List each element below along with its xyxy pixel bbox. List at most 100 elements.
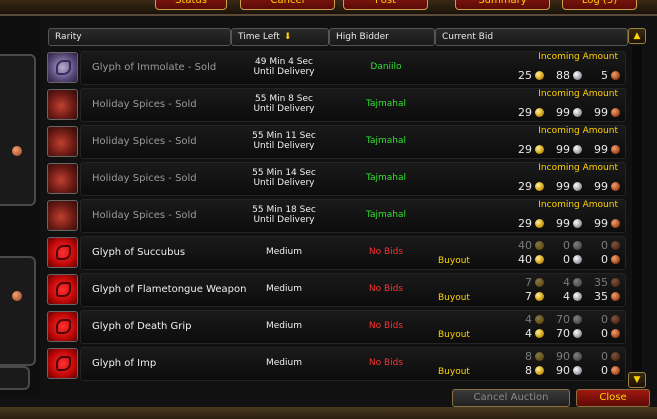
silver-amount: 90 <box>556 349 570 363</box>
buyout-label: Buyout <box>438 256 470 266</box>
holiday-spices-icon <box>47 163 78 194</box>
copper-coin-icon <box>611 254 620 264</box>
time-left-remaining: 55 Min 8 Sec <box>255 94 313 104</box>
cancel-auction-button[interactable]: Cancel Auction <box>452 389 570 407</box>
scroll-up-icon[interactable]: ▲ <box>628 28 646 44</box>
time-left-note: Until Delivery <box>253 104 315 114</box>
incoming-amount: 29 99 99 <box>506 179 620 193</box>
time-left: 55 Min 8 Sec Until Delivery <box>236 94 332 114</box>
table-row[interactable]: Glyph of Death Grip Medium No Bids 4 70 … <box>46 309 626 345</box>
close-button[interactable]: Close <box>576 389 650 407</box>
copper-amount: 99 <box>594 105 608 119</box>
buyout-label: Buyout <box>438 293 470 303</box>
table-row[interactable]: Holiday Spices - Sold 55 Min 18 Sec Until… <box>46 198 626 234</box>
silver-coin-icon <box>573 254 582 264</box>
scroll-down-icon[interactable]: ▼ <box>628 372 646 388</box>
header-high-bidder-label: High Bidder <box>336 32 389 42</box>
table-row[interactable]: Holiday Spices - Sold 55 Min 14 Sec Until… <box>46 161 626 197</box>
bottom-frame-edge <box>0 407 657 419</box>
header-time-left-label: Time Left <box>238 32 280 42</box>
header-rarity[interactable]: Rarity <box>48 28 231 46</box>
left-panel-box <box>0 54 36 206</box>
copper-amount: 35 <box>594 289 608 303</box>
scroll-track[interactable] <box>632 46 642 372</box>
high-bidder: No Bids <box>368 358 404 368</box>
bid-amount: 7 4 35 <box>506 276 620 289</box>
table-row[interactable]: Glyph of Imp Medium No Bids 8 90 0 Buyou… <box>46 346 626 382</box>
scrollbar[interactable]: ▲ ▼ <box>628 28 646 388</box>
buyout-label: Buyout <box>438 367 470 377</box>
silver-amount: 0 <box>563 238 570 252</box>
header-high-bidder[interactable]: High Bidder <box>329 28 435 46</box>
left-side-panel <box>0 16 40 396</box>
table-row[interactable]: Holiday Spices - Sold 55 Min 8 Sec Until … <box>46 87 626 123</box>
time-left-remaining: 55 Min 14 Sec <box>252 168 316 178</box>
copper-coin-icon <box>611 181 620 191</box>
table-row[interactable]: Glyph of Immolate - Sold 49 Min 4 Sec Unt… <box>46 50 626 86</box>
gold-coin-icon <box>535 351 544 361</box>
high-bidder: Tajmahal <box>365 136 407 146</box>
gold-coin-icon <box>535 240 544 250</box>
header-time-left[interactable]: Time Left ⬇ <box>231 28 329 46</box>
gold-amount: 40 <box>518 238 532 252</box>
time-left: Medium <box>266 358 302 368</box>
gold-amount: 29 <box>518 105 532 119</box>
silver-amount: 90 <box>556 363 570 377</box>
gold-amount: 8 <box>525 363 532 377</box>
time-left: Medium <box>266 284 302 294</box>
silver-coin-icon <box>573 144 582 154</box>
gold-coin-icon <box>535 144 544 154</box>
copper-amount: 0 <box>601 363 608 377</box>
tab-summary[interactable]: Summary <box>455 0 550 10</box>
gold-amount: 7 <box>525 289 532 303</box>
copper-amount: 0 <box>601 238 608 252</box>
table-row[interactable]: Glyph of Flametongue Weapon Medium No Bi… <box>46 272 626 308</box>
silver-coin-icon <box>573 218 582 228</box>
tab-post[interactable]: Post <box>343 0 428 10</box>
bid-amount: 4 70 0 <box>506 312 620 326</box>
tab-log[interactable]: Log (3) <box>562 0 637 10</box>
copper-amount: 5 <box>601 68 608 82</box>
silver-amount: 70 <box>556 312 570 326</box>
left-panel-box <box>0 256 36 366</box>
holiday-spices-icon <box>47 89 78 120</box>
incoming-amount-label: Incoming Amount <box>538 52 618 62</box>
silver-coin-icon <box>573 240 582 250</box>
gold-coin-icon <box>535 314 544 324</box>
incoming-amount-label: Incoming Amount <box>538 89 618 99</box>
copper-amount: 99 <box>594 142 608 156</box>
silver-coin-icon <box>573 291 582 301</box>
high-bidder: Tajmahal <box>365 173 407 183</box>
silver-coin-icon <box>573 70 582 80</box>
gold-coin-icon <box>535 107 544 117</box>
tab-status[interactable]: Status <box>155 0 227 10</box>
table-row[interactable]: Glyph of Succubus Medium No Bids 40 0 0 … <box>46 235 626 271</box>
gold-coin-icon <box>535 365 544 375</box>
incoming-amount-label: Incoming Amount <box>538 126 618 136</box>
copper-amount: 99 <box>594 216 608 230</box>
high-bidder: Tajmahal <box>365 210 407 220</box>
time-left-remaining: 55 Min 11 Sec <box>252 131 316 141</box>
gold-coin-icon <box>535 328 544 338</box>
copper-coin-icon <box>611 240 620 250</box>
time-left: Medium <box>266 247 302 257</box>
copper-amount: 0 <box>601 326 608 340</box>
tab-cancel[interactable]: Cancel <box>240 0 335 10</box>
copper-coin-icon <box>611 365 620 375</box>
time-left-note: Until Delivery <box>253 215 315 225</box>
gold-amount: 29 <box>518 179 532 193</box>
incoming-amount-label: Incoming Amount <box>538 163 618 173</box>
time-left-remaining: 55 Min 18 Sec <box>252 205 316 215</box>
table-row[interactable]: Holiday Spices - Sold 55 Min 11 Sec Until… <box>46 124 626 160</box>
incoming-amount: 29 99 99 <box>506 216 620 230</box>
time-left: 55 Min 11 Sec Until Delivery <box>236 131 332 151</box>
copper-coin-icon <box>611 351 620 361</box>
holiday-spices-icon <box>47 200 78 231</box>
copper-coin-icon <box>611 218 620 228</box>
buyout-amount: 8 90 0 <box>506 363 620 377</box>
item-name: Holiday Spices - Sold <box>92 99 197 110</box>
copper-coin-icon <box>12 291 22 301</box>
header-current-bid[interactable]: Current Bid <box>435 28 628 46</box>
copper-coin-icon <box>12 146 22 156</box>
item-name: Glyph of Imp <box>92 358 157 369</box>
